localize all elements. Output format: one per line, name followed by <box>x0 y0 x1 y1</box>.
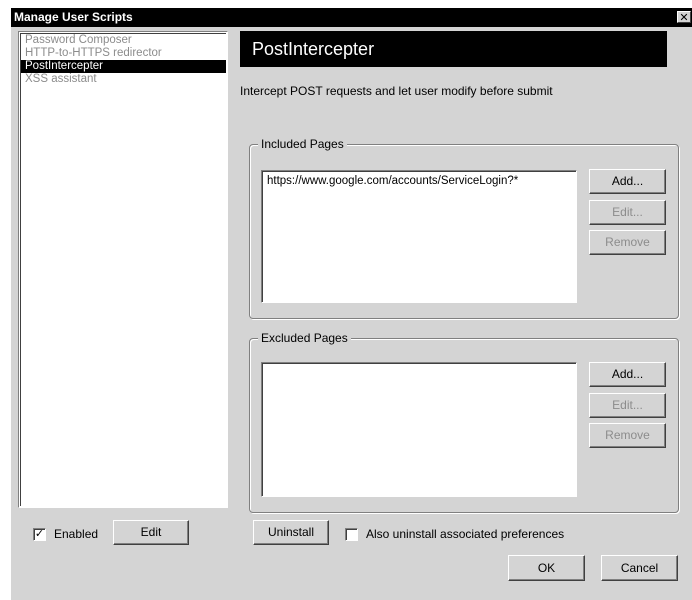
also-uninstall-checkbox-row[interactable]: Also uninstall associated preferences <box>345 527 564 541</box>
excluded-add-button[interactable]: Add... <box>589 362 666 387</box>
excluded-edit-button[interactable]: Edit... <box>589 393 666 418</box>
window-title: Manage User Scripts <box>14 10 133 24</box>
excluded-pages-list[interactable] <box>261 362 577 497</box>
enabled-label: Enabled <box>54 527 99 541</box>
uninstall-button[interactable]: Uninstall <box>253 520 329 545</box>
script-list-content: Password Composer HTTP-to-HTTPS redirect… <box>20 33 226 506</box>
script-list[interactable]: Password Composer HTTP-to-HTTPS redirect… <box>18 31 228 508</box>
script-description: Intercept POST requests and let user mod… <box>240 84 553 98</box>
close-icon: ✕ <box>679 12 689 24</box>
included-url-item[interactable]: https://www.google.com/accounts/ServiceL… <box>262 171 576 187</box>
enabled-checkbox-row[interactable]: ✓ Enabled <box>33 527 98 541</box>
edit-script-button[interactable]: Edit <box>113 520 189 545</box>
included-remove-button[interactable]: Remove <box>589 230 666 255</box>
excluded-remove-button[interactable]: Remove <box>589 423 666 448</box>
included-pages-list[interactable]: https://www.google.com/accounts/ServiceL… <box>261 170 577 303</box>
script-list-item-password-composer[interactable]: Password Composer <box>21 34 226 47</box>
included-edit-button[interactable]: Edit... <box>589 200 666 225</box>
title-bar: Manage User Scripts ✕ <box>11 8 692 27</box>
also-uninstall-label: Also uninstall associated preferences <box>366 527 565 541</box>
excluded-pages-label: Excluded Pages <box>258 331 351 345</box>
script-list-item-xss-assistant[interactable]: XSS assistant <box>21 73 226 86</box>
also-uninstall-checkbox[interactable] <box>345 527 358 541</box>
script-list-item-postintercepter[interactable]: PostIntercepter <box>21 60 226 73</box>
enabled-checkbox[interactable]: ✓ <box>33 527 46 541</box>
included-pages-label: Included Pages <box>258 137 347 151</box>
close-button[interactable]: ✕ <box>677 11 691 24</box>
ok-button[interactable]: OK <box>508 555 585 581</box>
script-list-item-http-to-https-redirector[interactable]: HTTP-to-HTTPS redirector <box>21 47 226 60</box>
included-add-button[interactable]: Add... <box>589 169 666 194</box>
cancel-button[interactable]: Cancel <box>601 555 678 581</box>
script-name-banner: PostIntercepter <box>240 31 667 67</box>
